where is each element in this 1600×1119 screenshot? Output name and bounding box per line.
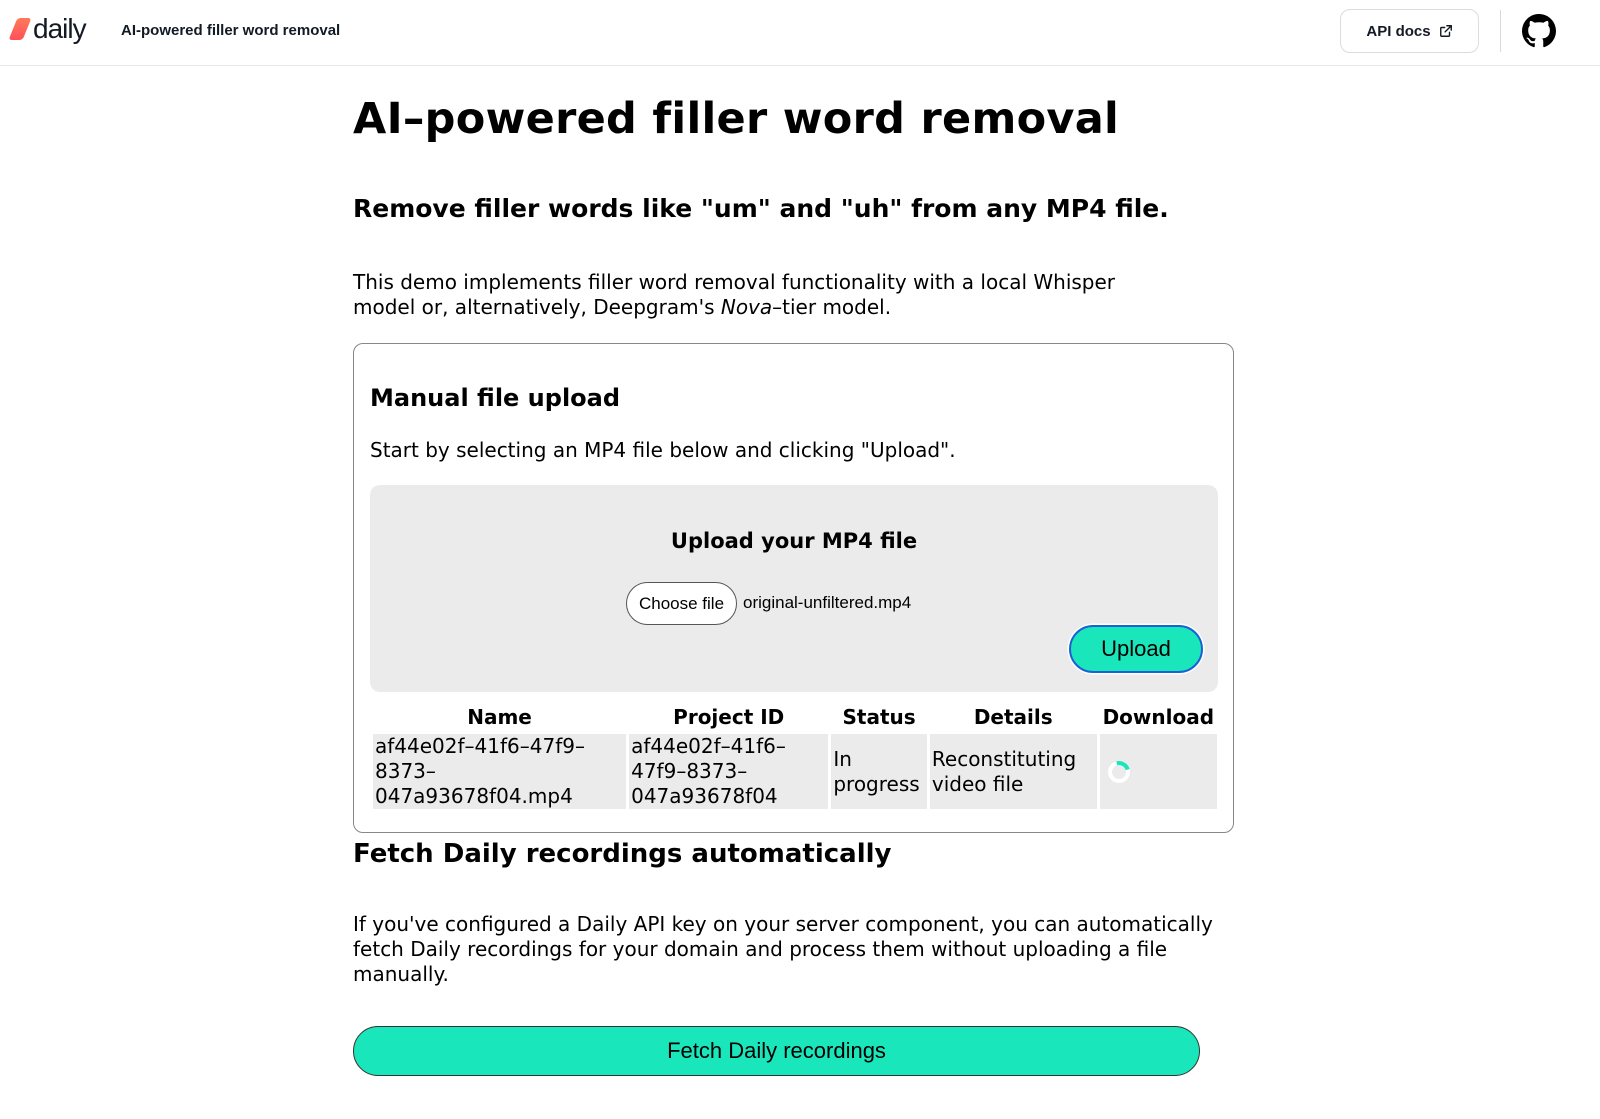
- column-header-details: Details: [973, 705, 1053, 729]
- manual-upload-title: Manual file upload: [370, 384, 621, 412]
- app-title: AI-powered filler word removal: [121, 22, 341, 39]
- job-status: In progress: [833, 746, 920, 796]
- loading-spinner-icon: [1103, 756, 1134, 787]
- page-title: AI–powered filler word removal: [353, 94, 1120, 144]
- job-project-id: af44e02f–41f6–47f9–8373–047a93678f04: [631, 734, 786, 808]
- github-icon[interactable]: [1522, 14, 1556, 48]
- daily-logo[interactable]: daily: [8, 13, 87, 44]
- intro-text-emphasis: Nova: [720, 295, 773, 319]
- api-docs-label: API docs: [1366, 22, 1431, 40]
- daily-logo-text: daily: [33, 13, 87, 44]
- upload-button[interactable]: Upload: [1069, 625, 1203, 673]
- cell-project-id: af44e02f–41f6–47f9–8373–047a93678f04: [629, 734, 829, 809]
- header-divider: [1500, 10, 1501, 52]
- upload-form: Upload your MP4 file Choose file origina…: [370, 485, 1218, 692]
- cell-name: af44e02f–41f6–47f9–8373–047a93678f04.mp4: [373, 734, 627, 809]
- job-details: Reconstituting video file: [931, 746, 1077, 796]
- selected-file-name: original-unfiltered.mp4: [743, 593, 912, 612]
- fetch-recordings-title: Fetch Daily recordings automatically: [353, 839, 892, 869]
- jobs-table: Name Project ID Status Details Download …: [370, 696, 1220, 812]
- jobs-table-header: Name Project ID Status Details Download: [373, 699, 1217, 731]
- intro-paragraph: This demo implements filler word removal…: [353, 270, 1173, 320]
- page-subtitle: Remove filler words like "um" and "uh" f…: [353, 194, 1169, 223]
- manual-upload-description: Start by selecting an MP4 file below and…: [370, 438, 956, 462]
- external-link-icon: [1439, 25, 1452, 37]
- choose-file-button[interactable]: Choose file: [626, 582, 737, 625]
- column-header-project-id: Project ID: [673, 705, 785, 729]
- top-navigation-bar: daily AI-powered filler word removal API…: [0, 0, 1600, 66]
- manual-upload-card: Manual file upload Start by selecting an…: [353, 343, 1234, 833]
- job-file-name: af44e02f–41f6–47f9–8373–047a93678f04.mp4: [375, 734, 585, 808]
- column-header-status: Status: [842, 705, 916, 729]
- intro-text-end: –tier model.: [772, 295, 892, 319]
- daily-logo-mark-icon: [8, 18, 32, 40]
- cell-details: Reconstituting video file: [929, 734, 1097, 809]
- upload-form-title: Upload your MP4 file: [670, 529, 918, 553]
- cell-status: In progress: [831, 734, 927, 809]
- cell-download: [1099, 734, 1217, 809]
- table-row: af44e02f–41f6–47f9–8373–047a93678f04.mp4…: [373, 734, 1217, 809]
- fetch-daily-recordings-button[interactable]: Fetch Daily recordings: [353, 1026, 1200, 1076]
- api-docs-button[interactable]: API docs: [1340, 9, 1479, 53]
- column-header-name: Name: [467, 705, 532, 729]
- column-header-download: Download: [1102, 705, 1215, 729]
- fetch-recordings-description: If you've configured a Daily API key on …: [353, 912, 1213, 986]
